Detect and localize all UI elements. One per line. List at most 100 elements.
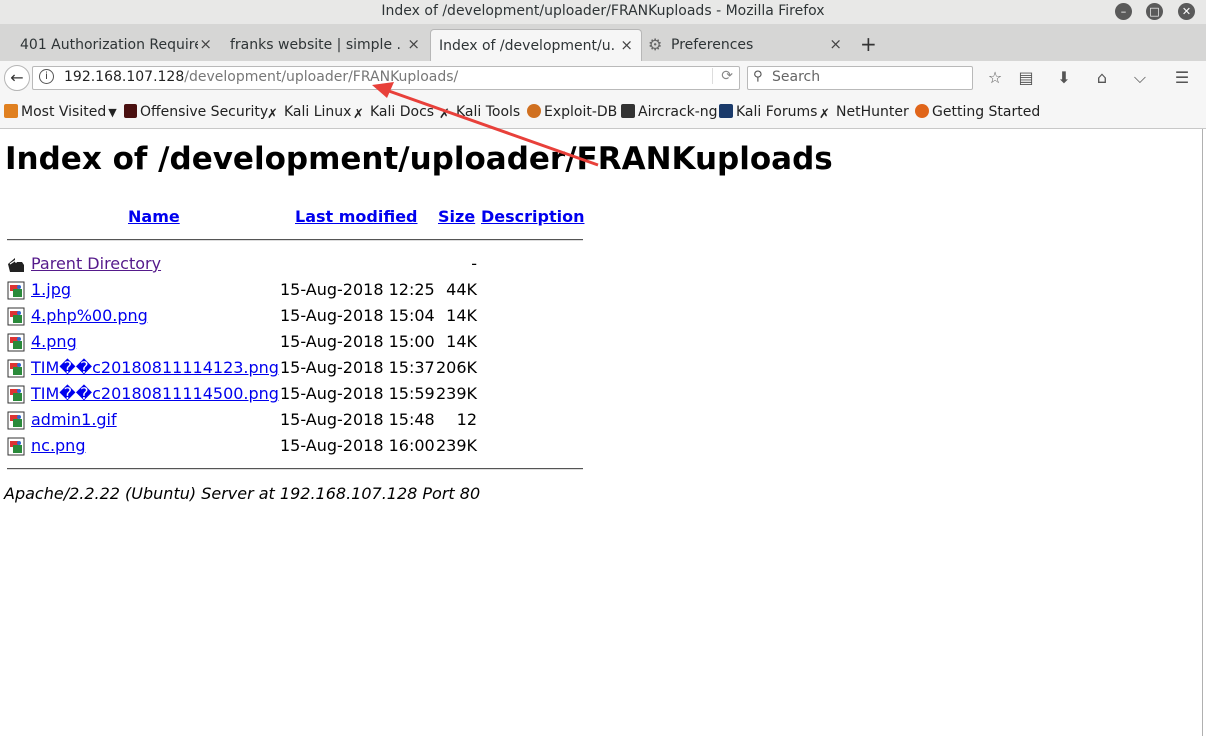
column-header-last-modified[interactable]: Last modified <box>295 207 418 226</box>
aircrack-icon <box>621 104 635 118</box>
file-link[interactable]: nc.png <box>31 436 85 455</box>
menu-icon[interactable]: ☰ <box>1172 68 1192 87</box>
firefox-icon <box>915 104 929 118</box>
download-icon[interactable]: ⬇ <box>1054 68 1074 87</box>
url-host: 192.168.107.128 <box>64 69 185 85</box>
bookmarks-toolbar: Most Visited ▼ Offensive Security ✗ Kali L… <box>0 94 1206 129</box>
tab-franks-website[interactable]: franks website | simple ... × <box>222 29 428 60</box>
bookmark-aircrack-ng[interactable]: Aircrack-ng <box>621 104 718 120</box>
file-link[interactable]: TIM��c20180811114500.png <box>31 384 279 403</box>
close-tab-icon[interactable]: × <box>620 36 633 54</box>
image-file-icon <box>7 411 25 430</box>
tab-label: franks website | simple ... <box>230 37 400 53</box>
bookmark-label: Exploit-DB <box>544 104 618 120</box>
window-titlebar: Index of /development/uploader/FRANKuplo… <box>0 0 1206 24</box>
file-size: 14K <box>446 306 477 325</box>
reload-icon[interactable]: ⟳ <box>712 68 733 84</box>
kali-dragon-icon: ✗ <box>353 107 364 122</box>
tab-index-of-development[interactable]: Index of /development/u... × <box>430 29 642 61</box>
bookmark-offensive-security[interactable]: Offensive Security <box>124 104 268 120</box>
url-text: 192.168.107.128/development/uploader/FRA… <box>64 69 458 85</box>
bookmark-kali-tools[interactable]: ✗ Kali Tools <box>439 104 520 122</box>
table-row: TIM��c20180811114123.png 15-Aug-2018 15:… <box>0 357 600 383</box>
tab-preferences[interactable]: ⚙ Preferences × <box>642 29 850 60</box>
file-modified: 15-Aug-2018 12:25 <box>280 280 435 299</box>
image-file-icon <box>7 437 25 456</box>
column-header-name[interactable]: Name <box>128 207 180 226</box>
column-header-description[interactable]: Description <box>481 207 584 226</box>
table-row: admin1.gif 15-Aug-2018 15:48 12 <box>0 409 600 435</box>
image-file-icon <box>7 359 25 378</box>
bookmark-label: Kali Forums <box>736 104 818 120</box>
info-icon[interactable]: i <box>39 69 54 84</box>
file-size: 239K <box>435 384 477 403</box>
bookmark-exploit-db[interactable]: Exploit-DB <box>527 104 617 120</box>
server-signature: Apache/2.2.22 (Ubuntu) Server at 192.168… <box>4 484 481 503</box>
table-row: TIM��c20180811114500.png 15-Aug-2018 15:… <box>0 383 600 409</box>
tab-401-authorization[interactable]: 401 Authorization Required × <box>12 29 220 60</box>
bookmark-nethunter[interactable]: ✗ NetHunter <box>819 104 909 122</box>
library-icon[interactable]: ▤ <box>1016 68 1036 87</box>
bookmark-most-visited[interactable]: Most Visited ▼ <box>4 104 117 120</box>
parent-directory-icon <box>8 258 24 272</box>
file-link[interactable]: 4.php%00.png <box>31 306 148 325</box>
bookmark-label: Aircrack-ng <box>638 104 718 120</box>
url-bar[interactable]: i 192.168.107.128/development/uploader/F… <box>32 66 740 90</box>
exploitdb-icon <box>527 104 541 118</box>
bookmark-label: Kali Docs <box>370 104 435 120</box>
bookmark-getting-started[interactable]: Getting Started <box>915 104 1040 120</box>
file-modified: 15-Aug-2018 15:37 <box>280 358 435 377</box>
file-link[interactable]: 1.jpg <box>31 280 71 299</box>
close-window-icon[interactable]: ✕ <box>1178 3 1195 20</box>
file-link[interactable]: admin1.gif <box>31 410 117 429</box>
bookmark-label: NetHunter <box>836 104 909 120</box>
bookmark-kali-linux[interactable]: ✗ Kali Linux <box>267 104 351 122</box>
table-row: Parent Directory - <box>0 253 600 279</box>
file-size: 44K <box>446 280 477 299</box>
file-size: 14K <box>446 332 477 351</box>
home-icon[interactable]: ⌂ <box>1092 68 1112 87</box>
column-header-size[interactable]: Size <box>438 207 475 226</box>
new-tab-button[interactable]: + <box>860 32 877 56</box>
file-link[interactable]: Parent Directory <box>31 254 161 273</box>
window-title: Index of /development/uploader/FRANKuplo… <box>381 3 825 19</box>
table-row: 1.jpg 15-Aug-2018 12:25 44K <box>0 279 600 305</box>
tab-label: 401 Authorization Required <box>20 37 198 53</box>
close-tab-icon[interactable]: × <box>829 35 842 53</box>
divider <box>7 239 583 241</box>
bookmark-star-icon[interactable]: ☆ <box>985 68 1005 87</box>
divider <box>7 468 583 470</box>
chevron-down-icon: ▼ <box>108 106 117 119</box>
file-size: 239K <box>435 436 477 455</box>
bookmark-label: Most Visited <box>21 104 107 120</box>
bookmark-kali-docs[interactable]: ✗ Kali Docs <box>353 104 434 122</box>
close-tab-icon[interactable]: × <box>407 35 420 53</box>
back-button[interactable]: ← <box>4 65 30 91</box>
kali-dragon-icon: ✗ <box>267 107 278 122</box>
page-content: Index of /development/uploader/FRANKuplo… <box>0 129 1203 736</box>
back-arrow-icon: ← <box>10 68 24 87</box>
folder-icon <box>4 104 18 118</box>
bookmark-kali-forums[interactable]: Kali Forums <box>719 104 817 120</box>
search-placeholder: Search <box>772 69 821 85</box>
close-tab-icon[interactable]: × <box>199 35 212 53</box>
file-modified: 15-Aug-2018 15:04 <box>280 306 435 325</box>
file-link[interactable]: TIM��c20180811114123.png <box>31 358 279 377</box>
file-modified: 15-Aug-2018 15:48 <box>280 410 435 429</box>
maximize-icon[interactable]: □ <box>1146 3 1163 20</box>
image-file-icon <box>7 307 25 326</box>
file-modified: 15-Aug-2018 15:59 <box>280 384 435 403</box>
file-modified: 15-Aug-2018 15:00 <box>280 332 435 351</box>
tab-label: Index of /development/u... <box>439 38 615 54</box>
file-link[interactable]: 4.png <box>31 332 77 351</box>
kali-dragon-icon: ✗ <box>819 107 830 122</box>
navigation-bar: ← i 192.168.107.128/development/uploader… <box>0 61 1206 94</box>
image-file-icon <box>7 385 25 404</box>
bookmark-label: Kali Linux <box>284 104 352 120</box>
file-size: 12 <box>456 410 477 429</box>
forums-icon <box>719 104 733 118</box>
table-row: nc.png 15-Aug-2018 16:00 239K <box>0 435 600 461</box>
search-input[interactable]: ⚲ Search <box>747 66 973 90</box>
pocket-icon[interactable]: ⌵ <box>1130 68 1150 88</box>
minimize-icon[interactable]: – <box>1115 3 1132 20</box>
